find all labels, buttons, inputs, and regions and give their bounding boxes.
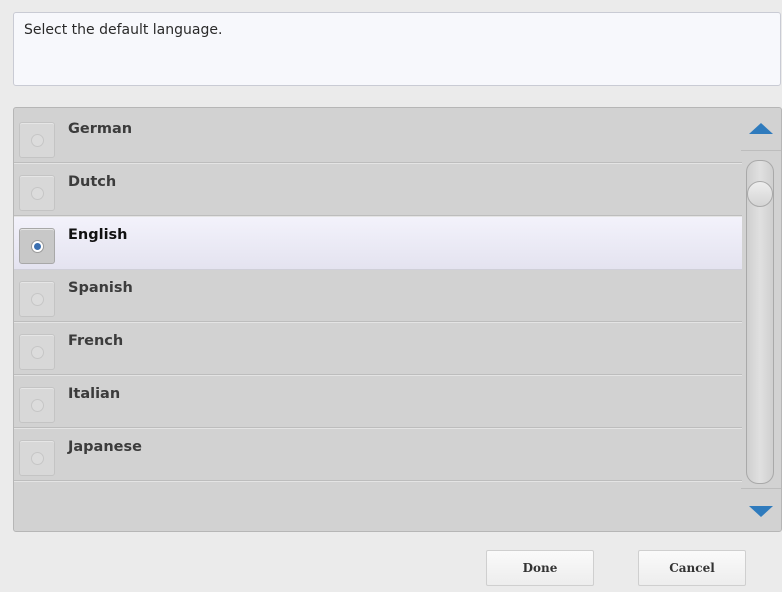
list-item-label: Japanese (68, 439, 142, 455)
prompt-box: Select the default language. (13, 12, 781, 86)
radio-button[interactable] (19, 175, 55, 211)
cancel-button[interactable]: Cancel (638, 550, 746, 586)
radio-button[interactable] (19, 122, 55, 158)
radio-icon (31, 134, 44, 147)
radio-icon (31, 187, 44, 200)
list-item-japanese[interactable]: Japanese (14, 429, 742, 482)
list-item-label: Italian (68, 386, 121, 402)
list-item-label: Dutch (68, 174, 117, 190)
list-item-label: German (68, 121, 133, 137)
list-item-dutch[interactable]: Dutch (14, 164, 742, 217)
radio-button[interactable] (19, 440, 55, 476)
list-item-label: Spanish (68, 280, 133, 296)
language-list-panel: German Dutch English Spanish French Ital… (13, 107, 782, 532)
list-item-french[interactable]: French (14, 323, 742, 376)
list-item-label: French (68, 333, 124, 349)
language-list: German Dutch English Spanish French Ital… (14, 111, 742, 482)
scroll-track[interactable] (746, 160, 774, 484)
radio-selected-icon (31, 240, 44, 253)
radio-icon (31, 346, 44, 359)
triangle-up-icon (749, 123, 773, 134)
list-item-english[interactable]: English (14, 217, 742, 270)
list-item-spanish[interactable]: Spanish (14, 270, 742, 323)
prompt-text: Select the default language. (24, 22, 223, 38)
scroll-up-button[interactable] (741, 108, 781, 151)
scroll-thumb[interactable] (747, 181, 773, 207)
scroll-down-button[interactable] (741, 488, 781, 531)
triangle-down-icon (749, 506, 773, 517)
radio-button[interactable] (19, 228, 55, 264)
radio-icon (31, 452, 44, 465)
radio-icon (31, 399, 44, 412)
radio-button[interactable] (19, 387, 55, 423)
list-item-label: English (68, 227, 128, 243)
radio-button[interactable] (19, 334, 55, 370)
radio-icon (31, 293, 44, 306)
radio-button[interactable] (19, 281, 55, 317)
list-item-italian[interactable]: Italian (14, 376, 742, 429)
done-button[interactable]: Done (486, 550, 594, 586)
list-item-german[interactable]: German (14, 111, 742, 164)
vertical-scrollbar[interactable] (741, 108, 781, 531)
